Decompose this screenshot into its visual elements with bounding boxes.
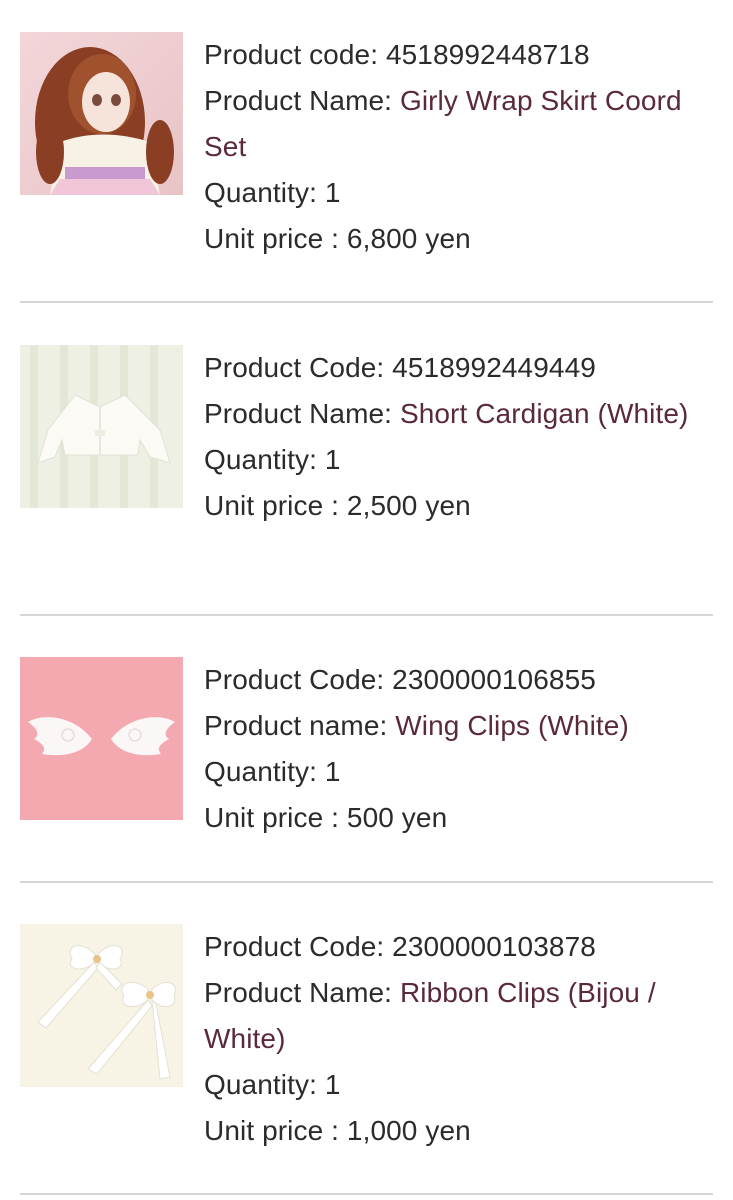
quantity-row: Quantity: 1 (204, 170, 714, 216)
unit-price-label: Unit price : (204, 223, 347, 254)
quantity-label: Quantity: (204, 1069, 325, 1100)
product-code-label: Product Code: (204, 931, 393, 962)
product-info: Product Code: 4518992449449 Product Name… (204, 345, 714, 529)
product-code-value: 2300000103878 (392, 931, 596, 962)
unit-price-row: Unit price : 1,000 yen (204, 1108, 714, 1154)
product-name-row: Product Name: Short Cardigan (White) (204, 391, 714, 437)
quantity-value: 1 (324, 1069, 341, 1100)
quantity-row: Quantity: 1 (204, 1062, 714, 1108)
product-name-label: Product Name: (204, 398, 400, 429)
product-name-row: Product name: Wing Clips (White) (204, 703, 714, 749)
wing-clips-photo-icon (20, 657, 183, 820)
product-code-value: 4518992448718 (385, 39, 590, 70)
quantity-label: Quantity: (204, 444, 325, 475)
product-code-row: Product Code: 2300000103878 (204, 924, 714, 970)
product-name-label: Product name: (204, 710, 396, 741)
unit-price-label: Unit price : (204, 490, 347, 521)
product-code-row: Product Code: 2300000106855 (204, 657, 714, 703)
product-image[interactable] (20, 924, 183, 1087)
product-name-row: Product Name: Girly Wrap Skirt Coord Set (204, 78, 714, 170)
product-code-row: Product code: 4518992448718 (204, 32, 714, 78)
product-code-label: Product Code: (204, 664, 393, 695)
product-name-link[interactable]: Short Cardigan (White) (400, 398, 689, 429)
divider (20, 301, 713, 303)
quantity-row: Quantity: 1 (204, 437, 714, 483)
product-info: Product Code: 2300000106855 Product name… (204, 657, 714, 841)
unit-price-row: Unit price : 2,500 yen (204, 483, 714, 529)
product-code-value: 2300000106855 (392, 664, 596, 695)
unit-price-value: 2,500 yen (346, 490, 471, 521)
ribbon-clips-photo-icon (20, 924, 183, 1087)
product-code-label: Product Code: (204, 352, 393, 383)
quantity-value: 1 (324, 756, 341, 787)
unit-price-label: Unit price : (204, 802, 347, 833)
product-code-value: 4518992449449 (392, 352, 596, 383)
unit-price-value: 1,000 yen (346, 1115, 471, 1146)
product-name-label: Product Name: (204, 977, 400, 1008)
quantity-label: Quantity: (204, 756, 325, 787)
product-info: Product Code: 2300000103878 Product Name… (204, 924, 714, 1154)
quantity-value: 1 (324, 177, 341, 208)
product-code-row: Product Code: 4518992449449 (204, 345, 714, 391)
unit-price-label: Unit price : (204, 1115, 347, 1146)
cardigan-photo-icon (20, 345, 183, 508)
divider (20, 614, 713, 616)
product-image[interactable] (20, 657, 183, 820)
product-name-label: Product Name: (204, 85, 400, 116)
product-info: Product code: 4518992448718 Product Name… (204, 32, 714, 262)
product-name-row: Product Name: Ribbon Clips (Bijou / Whit… (204, 970, 714, 1062)
quantity-value: 1 (324, 444, 341, 475)
quantity-row: Quantity: 1 (204, 749, 714, 795)
product-image[interactable] (20, 345, 183, 508)
doll-outfit-photo-icon (20, 32, 183, 195)
product-code-label: Product code: (204, 39, 386, 70)
unit-price-value: 500 yen (346, 802, 448, 833)
divider (20, 881, 713, 883)
product-name-link[interactable]: Wing Clips (White) (395, 710, 629, 741)
unit-price-value: 6,800 yen (346, 223, 471, 254)
unit-price-row: Unit price : 500 yen (204, 795, 714, 841)
product-image[interactable] (20, 32, 183, 195)
quantity-label: Quantity: (204, 177, 325, 208)
unit-price-row: Unit price : 6,800 yen (204, 216, 714, 262)
divider (20, 1193, 713, 1195)
